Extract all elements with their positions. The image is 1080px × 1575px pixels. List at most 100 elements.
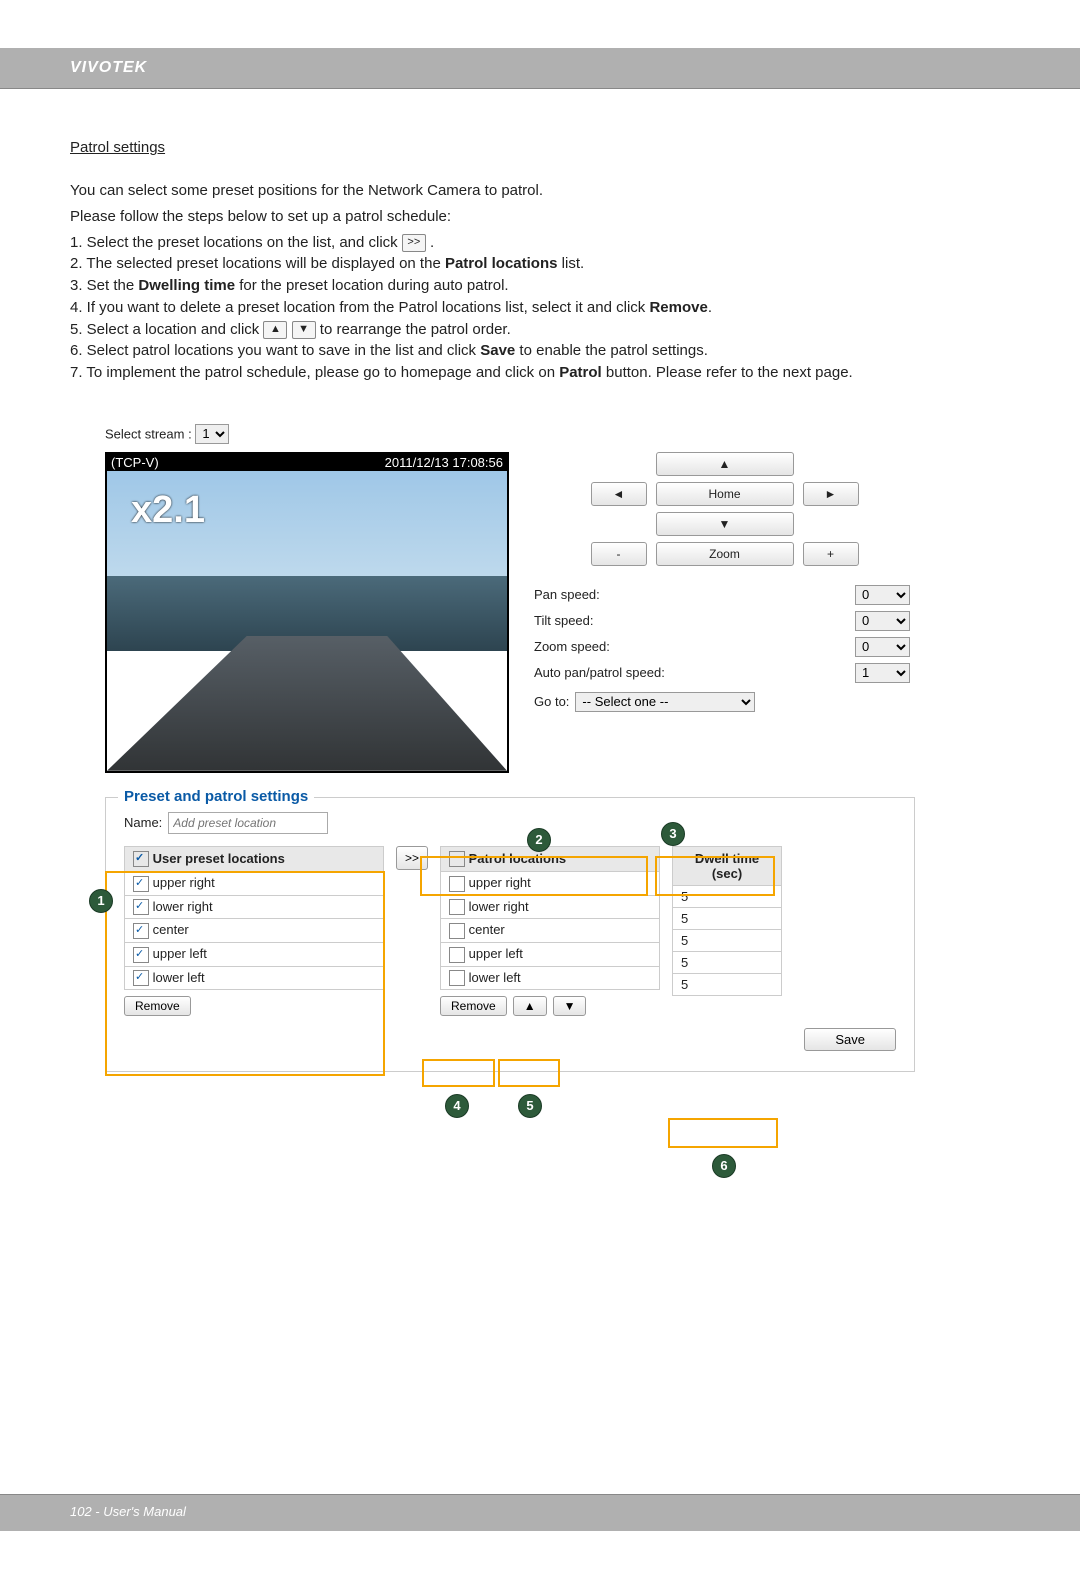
- video-scene: x2.1: [107, 471, 507, 771]
- preset-checkbox[interactable]: [133, 947, 149, 963]
- brand-header: VIVOTEK: [0, 48, 1080, 89]
- move-up-button[interactable]: ▲: [513, 996, 547, 1016]
- preset-checkbox[interactable]: [133, 970, 149, 986]
- tilt-speed-label: Tilt speed:: [534, 608, 855, 634]
- highlight-6: [668, 1118, 778, 1148]
- intro-text: You can select some preset positions for…: [70, 180, 1010, 228]
- patrol-checkbox[interactable]: [449, 899, 465, 915]
- preset-checkbox[interactable]: [133, 923, 149, 939]
- speed-table: Pan speed: 0 Tilt speed: 0 Zoom speed: 0…: [534, 582, 915, 686]
- list-item: center: [441, 919, 660, 943]
- list-item: lower left: [441, 966, 660, 990]
- user-header-checkbox[interactable]: [133, 851, 149, 867]
- tilt-up-button[interactable]: ▲: [656, 452, 794, 476]
- auto-speed-select[interactable]: 1: [855, 663, 910, 683]
- patrol-header-checkbox[interactable]: [449, 851, 465, 867]
- zoom-speed-label: Zoom speed:: [534, 634, 855, 660]
- transfer-column: >>: [396, 846, 428, 870]
- tilt-down-button[interactable]: ▼: [656, 512, 794, 536]
- step-6: 6. Select patrol locations you want to s…: [70, 340, 1010, 362]
- pan-left-button[interactable]: ◄: [591, 482, 647, 506]
- stream-row: Select stream : 1: [105, 424, 915, 444]
- home-button[interactable]: Home: [656, 482, 794, 506]
- list-item: center: [125, 919, 384, 943]
- user-preset-table: User preset locations upper right lower …: [124, 846, 384, 990]
- callout-6: 6: [712, 1154, 736, 1178]
- goto-row: Go to: -- Select one --: [534, 692, 915, 712]
- zoom-overlay: x2.1: [131, 489, 205, 532]
- pan-right-button[interactable]: ►: [803, 482, 859, 506]
- zoom-speed-select[interactable]: 0: [855, 637, 910, 657]
- list-item: 5: [673, 951, 782, 973]
- list-item: 5: [673, 973, 782, 995]
- brand-name: VIVOTEK: [70, 59, 147, 77]
- list-item: upper right: [441, 872, 660, 896]
- save-button[interactable]: Save: [804, 1028, 896, 1051]
- patrol-checkbox[interactable]: [449, 876, 465, 892]
- arrow-down-icon: ▼: [292, 321, 316, 339]
- tilt-speed-select[interactable]: 0: [855, 611, 910, 631]
- list-item: upper left: [125, 943, 384, 967]
- goto-select[interactable]: -- Select one --: [575, 692, 755, 712]
- pan-speed-select[interactable]: 0: [855, 585, 910, 605]
- user-remove-button[interactable]: Remove: [124, 996, 191, 1016]
- list-item: lower right: [125, 895, 384, 919]
- steps-list: 1. Select the preset locations on the li…: [70, 232, 1010, 384]
- transfer-icon: >>: [402, 234, 426, 252]
- stream-select[interactable]: 1: [195, 424, 229, 444]
- list-item: upper left: [441, 943, 660, 967]
- patrol-remove-button[interactable]: Remove: [440, 996, 507, 1016]
- callout-4: 4: [445, 1094, 469, 1118]
- goto-label: Go to:: [534, 694, 569, 709]
- stream-label: Select stream :: [105, 426, 192, 441]
- preset-checkbox[interactable]: [133, 876, 149, 892]
- zoom-out-button[interactable]: -: [591, 542, 647, 566]
- list-item: lower left: [125, 966, 384, 990]
- list-item: 5: [673, 907, 782, 929]
- patrol-table: Patrol locations upper right lower right…: [440, 846, 660, 990]
- list-item: lower right: [441, 895, 660, 919]
- step-2: 2. The selected preset locations will be…: [70, 253, 1010, 275]
- callout-5: 5: [518, 1094, 542, 1118]
- preset-name-input[interactable]: [168, 812, 328, 834]
- step-1: 1. Select the preset locations on the li…: [70, 232, 1010, 254]
- callout-1: 1: [89, 889, 113, 913]
- auto-speed-label: Auto pan/patrol speed:: [534, 660, 855, 686]
- dwell-table: Dwell time (sec) 5 5 5 5 5: [672, 846, 782, 996]
- preset-legend: Preset and patrol settings: [118, 788, 314, 805]
- patrol-checkbox[interactable]: [449, 923, 465, 939]
- list-item: upper right: [125, 872, 384, 896]
- patrol-header: Patrol locations: [469, 851, 567, 866]
- zoom-in-button[interactable]: +: [803, 542, 859, 566]
- step-4: 4. If you want to delete a preset locati…: [70, 297, 1010, 319]
- patrol-checkbox[interactable]: [449, 970, 465, 986]
- pan-speed-label: Pan speed:: [534, 582, 855, 608]
- list-item: 5: [673, 885, 782, 907]
- list-item: 5: [673, 929, 782, 951]
- arrow-up-icon: ▲: [263, 321, 287, 339]
- intro-line1: You can select some preset positions for…: [70, 180, 1010, 202]
- document-content: Patrol settings You can select some pres…: [0, 89, 1080, 1072]
- app-area: Select stream : 1 (TCP-V) 2011/12/13 17:…: [105, 424, 915, 1072]
- intro-line2: Please follow the steps below to set up …: [70, 206, 1010, 228]
- step-5: 5. Select a location and click ▲ ▼ to re…: [70, 319, 1010, 341]
- video-preview: (TCP-V) 2011/12/13 17:08:56 x2.1: [105, 452, 509, 773]
- video-topbar: (TCP-V) 2011/12/13 17:08:56: [107, 454, 507, 471]
- move-down-button[interactable]: ▼: [553, 996, 587, 1016]
- transfer-button[interactable]: >>: [396, 846, 428, 870]
- dwell-header: Dwell time (sec): [673, 846, 782, 885]
- zoom-label: Zoom: [656, 542, 794, 566]
- video-timestamp: 2011/12/13 17:08:56: [385, 455, 503, 470]
- preset-name-label: Name:: [124, 815, 162, 830]
- video-protocol: (TCP-V): [111, 455, 159, 470]
- ptz-controls: ▲ ◄ Home ► ▼ - Zoom + Pan speed:: [534, 452, 915, 712]
- user-preset-header: User preset locations: [153, 851, 285, 866]
- patrol-checkbox[interactable]: [449, 947, 465, 963]
- page-footer: 102 - User's Manual: [70, 1504, 186, 1519]
- callout-3: 3: [661, 822, 685, 846]
- preset-checkbox[interactable]: [133, 899, 149, 915]
- callout-2: 2: [527, 828, 551, 852]
- step-7: 7. To implement the patrol schedule, ple…: [70, 362, 1010, 384]
- section-title: Patrol settings: [70, 139, 1010, 156]
- preset-panel: Preset and patrol settings Name: User pr…: [105, 797, 915, 1072]
